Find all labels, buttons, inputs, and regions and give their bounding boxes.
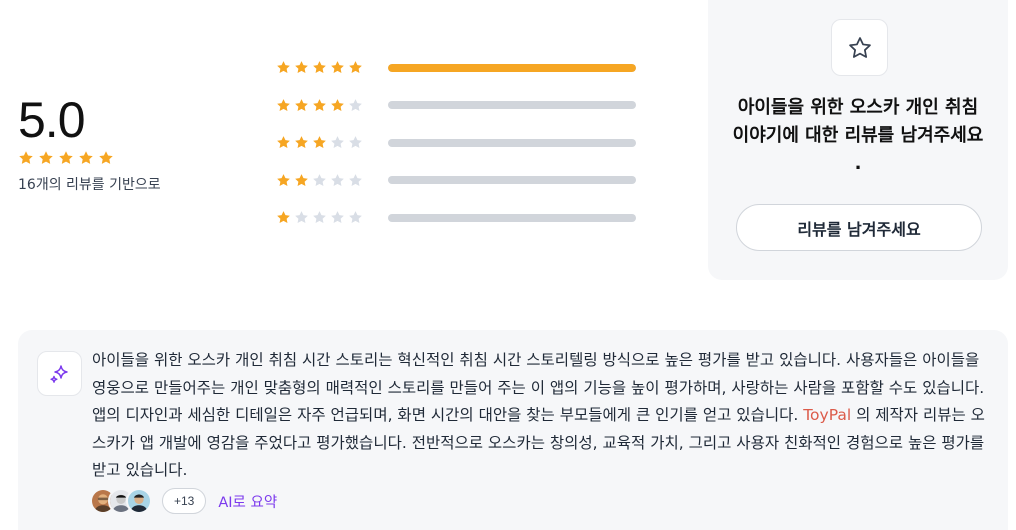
star-outline-icon: [831, 19, 888, 76]
summary-footer: +13 AI로 요약: [90, 488, 277, 514]
star-empty-icon: [349, 136, 362, 148]
star-filled-icon: [277, 98, 290, 111]
star-filled-icon: [19, 151, 33, 164]
avatar: [126, 488, 152, 514]
histogram-bar: [388, 101, 636, 109]
average-stars: [18, 150, 238, 166]
star-filled-icon: [295, 61, 308, 73]
star-filled-icon: [39, 151, 53, 164]
histogram-stars: [276, 98, 384, 113]
leave-review-button[interactable]: 리뷰를 남겨주세요: [736, 204, 982, 251]
ai-summary-label: AI로 요약: [218, 494, 278, 511]
developer-link[interactable]: ToyPal: [803, 406, 851, 424]
histogram-row-5-star: [276, 58, 638, 77]
star-empty-icon: [349, 98, 362, 111]
star-filled-icon: [277, 173, 290, 186]
histogram-stars: [276, 60, 384, 75]
star-filled-icon: [331, 61, 344, 73]
histogram-bar: [388, 63, 636, 72]
histogram-stars: [276, 173, 384, 188]
star-filled-icon: [59, 151, 73, 164]
star-filled-icon: [277, 211, 290, 223]
star-filled-icon: [79, 151, 93, 164]
star-empty-icon: [313, 211, 326, 223]
star-empty-icon: [331, 211, 344, 223]
review-count-caption: 16개의 리뷰를 기반으로: [18, 177, 161, 193]
more-reviewers-badge: +13: [162, 488, 207, 514]
star-filled-icon: [277, 136, 290, 148]
histogram-stars: [276, 135, 384, 150]
star-empty-icon: [295, 211, 308, 223]
histogram-row-1-star: [276, 208, 638, 227]
leave-review-card: 아이들을 위한 오스카 개인 취침 이야기에 대한 리뷰를 남겨주세요 . 리뷰…: [708, 0, 1008, 280]
star-empty-icon: [313, 173, 326, 186]
star-filled-icon: [349, 61, 362, 73]
histogram-row-2-star: [276, 171, 638, 190]
ai-summary-panel: 아이들을 위한 오스카 개인 취침 시간 스토리는 혁신적인 취침 시간 스토리…: [18, 330, 1008, 530]
star-filled-icon: [295, 173, 308, 186]
star-filled-icon: [313, 98, 326, 111]
histogram-bar: [388, 176, 636, 184]
star-filled-icon: [313, 136, 326, 148]
leave-review-prompt: 아이들을 위한 오스카 개인 취침 이야기에 대한 리뷰를 남겨주세요 .: [732, 97, 984, 174]
star-empty-icon: [331, 173, 344, 186]
histogram-row-4-star: [276, 96, 638, 115]
histogram-bar: [388, 138, 636, 147]
histogram-row-3-star: [276, 133, 638, 152]
star-filled-icon: [331, 98, 344, 111]
average-score: 5.0: [18, 92, 86, 148]
star-filled-icon: [99, 151, 113, 164]
ai-summary-text: 아이들을 위한 오스카 개인 취침 시간 스토리는 혁신적인 취침 시간 스토리…: [92, 347, 990, 485]
star-filled-icon: [277, 61, 290, 73]
histogram-stars: [276, 210, 384, 225]
star-filled-icon: [295, 136, 308, 148]
sparkles-icon: [37, 351, 82, 396]
rating-histogram: [276, 58, 638, 246]
star-empty-icon: [349, 173, 362, 186]
star-empty-icon: [331, 136, 344, 148]
star-filled-icon: [295, 98, 308, 111]
star-filled-icon: [313, 61, 326, 73]
star-empty-icon: [349, 211, 362, 223]
histogram-bar-fill: [388, 63, 636, 72]
rating-summary: 5.0 16개의 리뷰를 기반으로: [18, 92, 238, 194]
histogram-bar: [388, 213, 636, 222]
